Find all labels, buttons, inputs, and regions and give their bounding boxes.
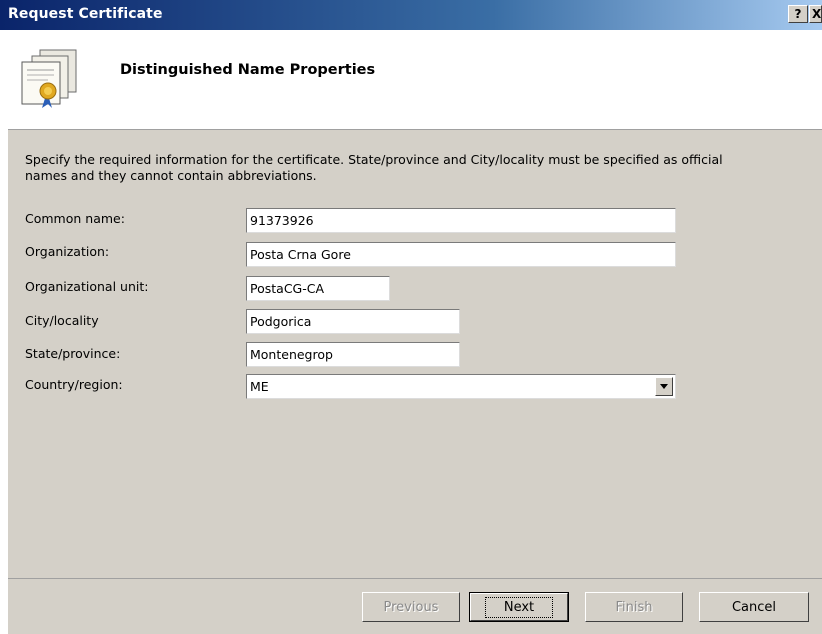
common-name-label: Common name: [25, 211, 125, 226]
city-locality-label: City/locality [25, 313, 99, 328]
help-button[interactable]: ? [788, 5, 808, 23]
next-button[interactable]: Next [469, 592, 569, 622]
organization-input[interactable]: Posta Crna Gore [246, 242, 676, 267]
help-icon: ? [794, 7, 802, 21]
instructions-text: Specify the required information for the… [25, 152, 723, 183]
country-region-select[interactable]: ME [246, 374, 676, 399]
footer-divider [8, 578, 822, 579]
page-heading: Distinguished Name Properties [120, 62, 376, 78]
common-name-input[interactable]: 91373926 [246, 208, 676, 233]
country-region-label: Country/region: [25, 377, 123, 392]
next-button-label: Next [484, 596, 554, 618]
city-locality-input[interactable]: Podgorica [246, 309, 460, 334]
close-icon: X [812, 7, 822, 21]
finish-button[interactable]: Finish [585, 592, 683, 622]
organizational-unit-input[interactable]: PostaCG-CA [246, 276, 390, 301]
wizard-header: Distinguished Name Properties [8, 30, 822, 130]
title-bar[interactable]: Request Certificate ? X [0, 0, 822, 30]
previous-button[interactable]: Previous [362, 592, 460, 622]
country-region-value: ME [250, 379, 269, 394]
state-province-label: State/province: [25, 346, 121, 361]
close-button[interactable]: X [809, 5, 822, 23]
certificate-stack-icon [21, 49, 77, 108]
left-edge [0, 30, 8, 634]
window-title: Request Certificate [8, 6, 163, 22]
state-province-input[interactable]: Montenegrop [246, 342, 460, 367]
dropdown-button[interactable] [655, 377, 673, 396]
organization-label: Organization: [25, 244, 110, 259]
cancel-button[interactable]: Cancel [699, 592, 809, 622]
request-certificate-dialog: Request Certificate ? X Distinguished Na… [0, 0, 822, 634]
organizational-unit-label: Organizational unit: [25, 279, 149, 294]
chevron-down-icon [660, 384, 668, 389]
